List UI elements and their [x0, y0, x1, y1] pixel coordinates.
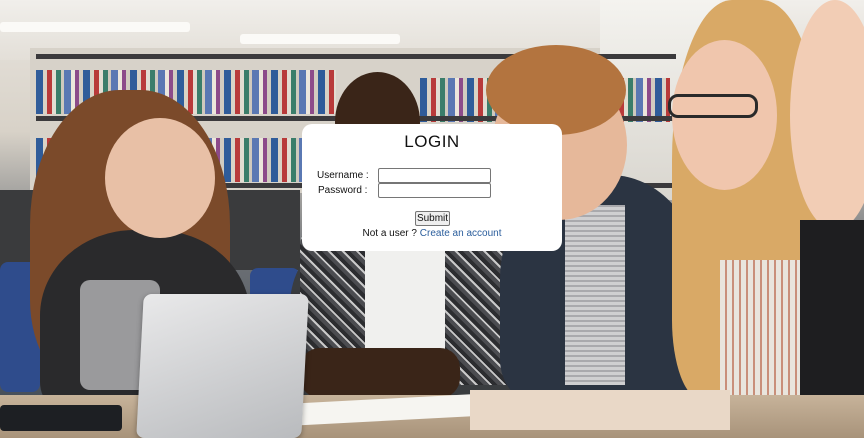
- password-input[interactable]: [378, 183, 491, 198]
- ceiling-light: [240, 34, 400, 44]
- striped-shirt: [565, 205, 625, 385]
- ceiling-light: [0, 22, 190, 32]
- login-card: LOGIN Username : Password : Submit Not a…: [302, 124, 562, 251]
- signup-row: Not a user ? Create an account: [302, 228, 562, 239]
- password-label: Password :: [318, 185, 368, 196]
- student-hair: [486, 45, 626, 135]
- create-account-link[interactable]: Create an account: [420, 228, 502, 239]
- submit-button[interactable]: Submit: [415, 211, 450, 226]
- signup-prompt: Not a user ?: [362, 228, 417, 239]
- student-hands: [300, 348, 460, 398]
- login-title: LOGIN: [404, 132, 460, 151]
- tablet: [0, 405, 122, 431]
- student-face: [105, 118, 215, 238]
- username-label: Username :: [317, 170, 369, 181]
- login-page: LOGIN Username : Password : Submit Not a…: [0, 0, 864, 438]
- glasses: [668, 94, 758, 118]
- username-input[interactable]: [378, 168, 491, 183]
- paper: [470, 390, 730, 430]
- laptop: [136, 294, 309, 438]
